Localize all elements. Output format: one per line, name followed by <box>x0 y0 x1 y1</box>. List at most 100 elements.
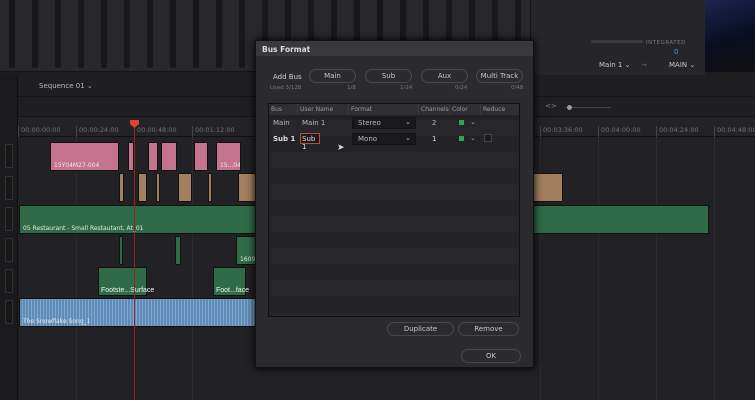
audio-clip[interactable]: Foot...face <box>213 267 250 296</box>
channel-meter <box>170 0 176 68</box>
video-clip[interactable] <box>533 173 563 202</box>
video-clip[interactable] <box>156 173 160 202</box>
color-swatch[interactable] <box>459 120 464 125</box>
channels-cell: 1 <box>432 135 437 143</box>
remove-button[interactable]: Remove <box>458 322 519 336</box>
user-name-cell[interactable]: Main 1 <box>302 119 325 127</box>
track-toggle[interactable] <box>5 144 13 168</box>
audio-clip[interactable]: Footste...Surface <box>98 267 154 296</box>
sequence-name: Sequence 01 <box>39 82 85 90</box>
source-value: Main 1 <box>599 61 623 69</box>
clip-label: The Snowflake Song_1 <box>23 318 91 325</box>
video-viewer <box>705 0 755 72</box>
ok-button[interactable]: OK <box>461 349 521 363</box>
bus-cell: Sub 1 <box>273 135 296 143</box>
add-main-button[interactable]: Main <box>309 69 356 83</box>
bus-cell: Main <box>273 119 290 127</box>
video-clip[interactable] <box>138 173 147 202</box>
column-header: Reduce <box>483 106 506 113</box>
audio-clip[interactable] <box>175 236 181 265</box>
timecode: 00:04:48:00 <box>714 126 755 137</box>
column-header: Color <box>450 104 481 115</box>
user-name-input[interactable]: Sub 1 <box>300 133 320 151</box>
track-toggle[interactable] <box>5 269 13 293</box>
timecode: 00:00:00:00 <box>18 126 61 137</box>
channel-meter <box>124 0 130 68</box>
track-toggle[interactable] <box>5 207 13 231</box>
meter-bar <box>591 40 643 43</box>
format-value: Mono <box>358 135 378 143</box>
column-header: Channels <box>421 104 450 115</box>
video-clip[interactable]: 15...04 <box>216 142 241 171</box>
channels-cell: 2 <box>432 119 437 127</box>
add-multitrack-button[interactable]: Multi Track <box>476 69 523 83</box>
column-header: Bus <box>269 104 298 115</box>
timecode: 00:03:36:00 <box>540 126 583 137</box>
used-count: Used 3/128 <box>270 85 302 91</box>
video-clip[interactable] <box>161 142 177 171</box>
color-swatch[interactable] <box>459 136 464 141</box>
loudness-meter-panel: INTEGRATED 0 Main 1 ⌄ → MAIN ⌄ <box>530 0 705 75</box>
chevron-down-icon[interactable]: ⌄ <box>470 118 476 126</box>
chevron-down-icon: ⌄ <box>405 134 411 142</box>
clip-label: 05 Restaurant - Small Restautant, At_01 <box>23 225 144 232</box>
multitrack-count: 0/48 <box>511 85 524 91</box>
video-clip[interactable] <box>208 173 212 202</box>
video-clip[interactable] <box>178 173 192 202</box>
add-sub-button[interactable]: Sub <box>365 69 412 83</box>
arrow-right-icon: → <box>641 61 647 69</box>
track-toggle[interactable] <box>5 238 13 262</box>
chevron-down-icon[interactable]: ⌄ <box>470 134 476 142</box>
track-header-column <box>0 75 18 400</box>
video-clip[interactable] <box>148 142 158 171</box>
timecode: 00:04:24:00 <box>656 126 699 137</box>
bus-table: Bus User Name Format Channels Color Redu… <box>268 103 520 317</box>
sequence-select[interactable]: Sequence 01 ⌄ <box>39 82 93 90</box>
main-count: 1/8 <box>347 85 356 91</box>
column-header: User Name <box>298 104 349 115</box>
channel-meter <box>193 0 199 68</box>
chevron-down-icon: ⌄ <box>405 118 411 126</box>
channel-meter <box>101 0 107 68</box>
zoom-slider-handle[interactable] <box>567 105 572 110</box>
table-header: Bus User Name Format Channels Color Redu… <box>269 104 519 115</box>
channel-meter <box>78 0 84 68</box>
mouse-cursor-icon: ➤ <box>337 143 345 153</box>
add-bus-label: Add Bus <box>273 73 302 81</box>
channel-meter <box>9 0 15 68</box>
music-clip[interactable]: The Snowflake Song_1 <box>19 298 259 327</box>
channel-meter <box>147 0 153 68</box>
timecode: 00:00:24:00 <box>76 126 119 137</box>
channel-meter <box>239 0 245 68</box>
video-clip[interactable] <box>119 173 124 202</box>
sub-count: 1/24 <box>400 85 413 91</box>
video-clip[interactable] <box>194 142 208 171</box>
clip-label: Footste...Surface <box>101 287 155 294</box>
zoom-fit-icon[interactable]: <> <box>545 102 557 110</box>
track-toggle[interactable] <box>5 300 13 324</box>
clip-label: 15Y04M27-004 <box>54 162 100 169</box>
channel-meter <box>216 0 222 68</box>
reduce-checkbox[interactable] <box>484 134 492 142</box>
format-value: Stereo <box>358 119 381 127</box>
timecode: 00:01:12:00 <box>192 126 235 137</box>
column-header: Format <box>349 104 419 115</box>
channel-meter <box>32 0 38 68</box>
timecode: 00:04:00:00 <box>598 126 641 137</box>
video-clip[interactable]: 15Y04M27-004 <box>50 142 119 171</box>
audio-clip[interactable] <box>119 236 123 265</box>
clip-label: 15...04 <box>220 162 241 169</box>
clip-label: Foot...face <box>216 287 250 294</box>
channel-meter <box>55 0 61 68</box>
format-dropdown[interactable]: Stereo ⌄ <box>352 117 416 129</box>
track-toggle[interactable] <box>5 176 13 200</box>
format-dropdown[interactable]: Mono ⌄ <box>352 133 416 145</box>
destination-value: MAIN <box>669 61 688 69</box>
destination-select[interactable]: MAIN ⌄ <box>669 61 695 69</box>
duplicate-button[interactable]: Duplicate <box>387 322 454 336</box>
source-select[interactable]: Main 1 ⌄ <box>599 61 630 69</box>
playhead-line[interactable] <box>134 120 135 400</box>
table-row[interactable]: Main Main 1 Stereo ⌄ 2 ⌄ <box>269 115 519 131</box>
add-aux-button[interactable]: Aux <box>421 69 468 83</box>
table-row[interactable]: Sub 1 Sub 1 Mono ⌄ 1 ⌄ <box>269 131 519 151</box>
